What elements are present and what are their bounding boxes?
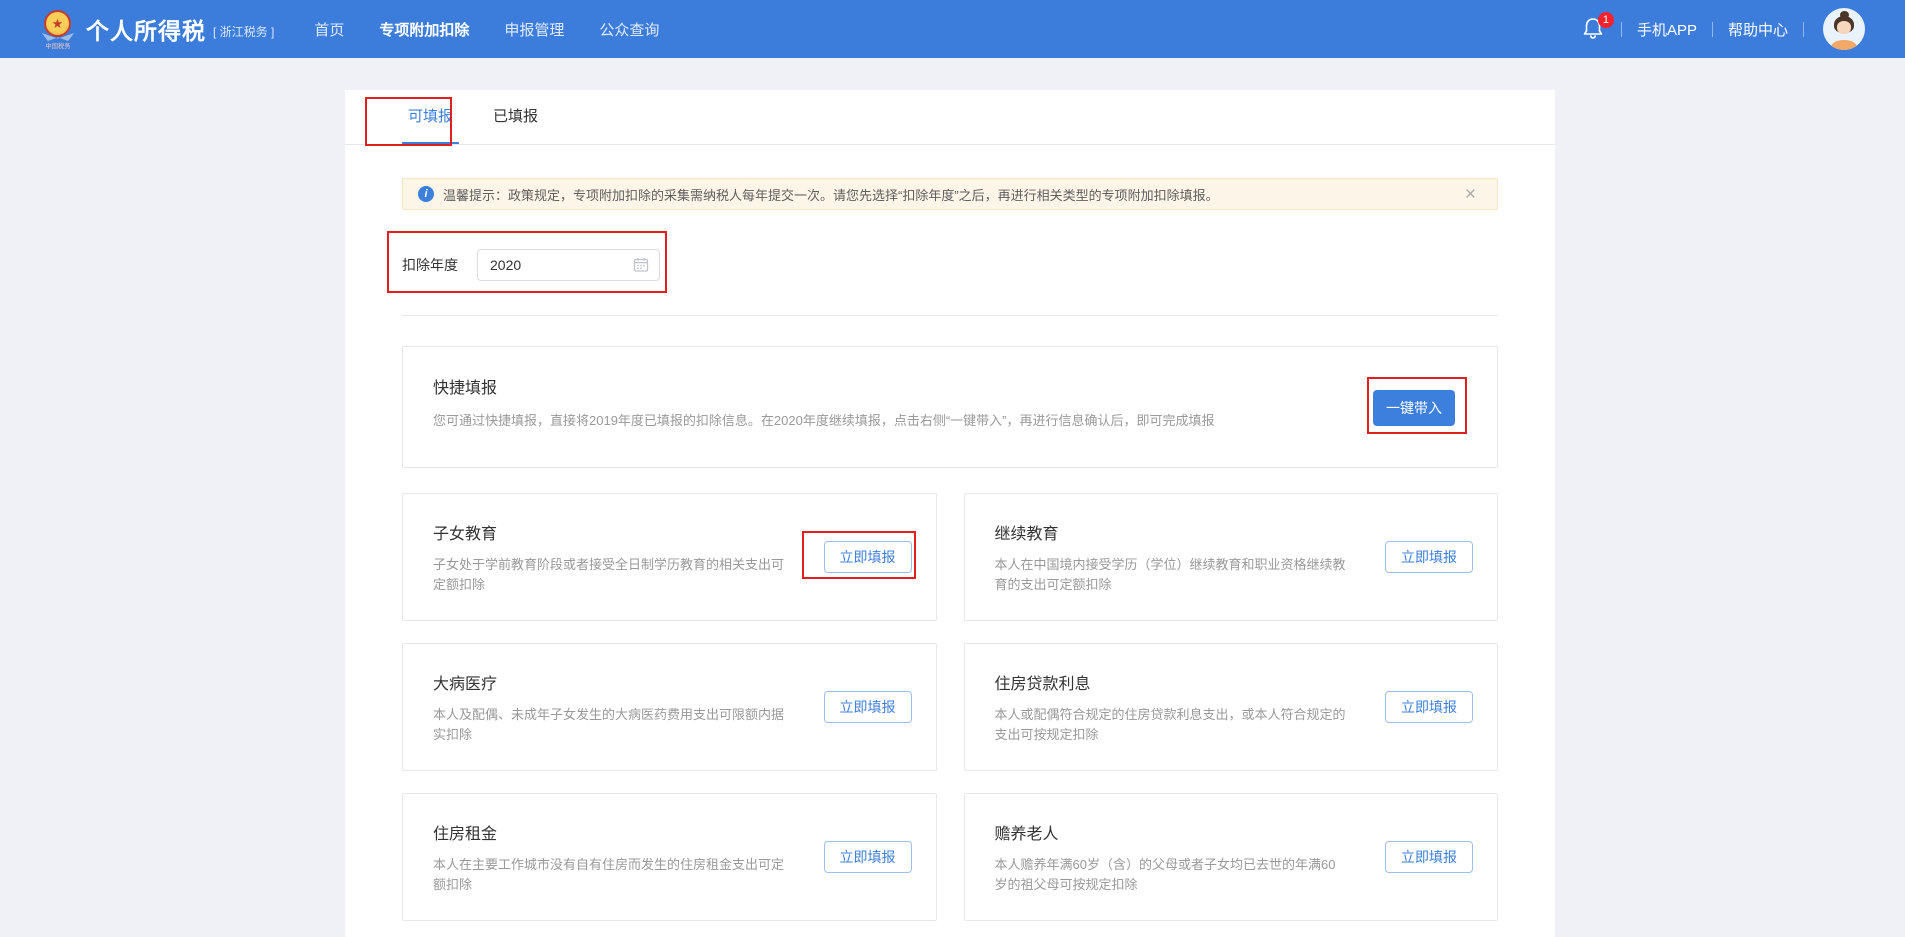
fill-now-button-children-education[interactable]: 立即填报 <box>824 541 912 573</box>
tab-fillable[interactable]: 可填报 <box>402 90 459 144</box>
divider <box>1621 22 1622 37</box>
card-title: 子女教育 <box>433 520 786 544</box>
card-title: 住房贷款利息 <box>995 670 1348 694</box>
help-center-link[interactable]: 帮助中心 <box>1728 19 1788 40</box>
deduction-year-input[interactable]: 2020 <box>477 249 660 281</box>
avatar-face <box>1837 21 1851 34</box>
content-panel: 可填报 已填报 i 温馨提示：政策规定，专项附加扣除的采集需纳税人每年提交一次。… <box>345 90 1555 937</box>
card-housing-rent: 住房租金 本人在主要工作城市没有自有住房而发生的住房租金支出可定额扣除 立即填报 <box>402 793 937 921</box>
notice-text: 温馨提示：政策规定，专项附加扣除的采集需纳税人每年提交一次。请您先选择“扣除年度… <box>443 185 1219 204</box>
mobile-app-link[interactable]: 手机APP <box>1637 19 1697 40</box>
one-click-import-button[interactable]: 一键带入 <box>1373 390 1455 426</box>
divider <box>1712 22 1713 37</box>
section-divider <box>402 315 1498 316</box>
fill-now-button-housing-loan[interactable]: 立即填报 <box>1385 691 1473 723</box>
quick-fill-card: 快捷填报 您可通过快捷填报，直接将2019年度已填报的扣除信息。在2020年度继… <box>402 346 1498 468</box>
tax-emblem-logo: ★ 中国税务 <box>40 7 76 51</box>
tab-bar: 可填报 已填报 <box>345 90 1555 145</box>
info-icon: i <box>418 186 434 202</box>
card-serious-illness: 大病医疗 本人及配偶、未成年子女发生的大病医药费用支出可限额内据实扣除 立即填报 <box>402 643 937 771</box>
card-title: 继续教育 <box>995 520 1348 544</box>
page: ★ 中国税务 个人所得税 [ 浙江税务 ] 首页 专项附加扣除 申报管理 公众查… <box>0 0 1905 937</box>
deduction-year-row: 扣除年度 2020 <box>402 249 1498 281</box>
avatar-body <box>1831 40 1857 50</box>
card-description: 子女处于学前教育阶段或者接受全日制学历教育的相关支出可定额扣除 <box>433 555 786 595</box>
tab-filled[interactable]: 已填报 <box>487 90 544 144</box>
notice-banner: i 温馨提示：政策规定，专项附加扣除的采集需纳税人每年提交一次。请您先选择“扣除… <box>402 178 1498 210</box>
nav-item-home[interactable]: 首页 <box>314 19 344 40</box>
card-description: 本人或配偶符合规定的住房贷款利息支出，或本人符合规定的支出可按规定扣除 <box>995 705 1348 745</box>
fill-now-button-elderly-support[interactable]: 立即填报 <box>1385 841 1473 873</box>
region-label: [ 浙江税务 ] <box>213 23 274 40</box>
card-housing-loan-interest: 住房贷款利息 本人或配偶符合规定的住房贷款利息支出，或本人符合规定的支出可按规定… <box>964 643 1499 771</box>
topbar-right: 1 手机APP 帮助中心 <box>1582 8 1865 50</box>
notification-badge: 1 <box>1598 12 1614 28</box>
user-avatar[interactable] <box>1823 8 1865 50</box>
deduction-cards-grid: 子女教育 子女处于学前教育阶段或者接受全日制学历教育的相关支出可定额扣除 立即填… <box>402 493 1498 921</box>
card-description: 本人及配偶、未成年子女发生的大病医药费用支出可限额内据实扣除 <box>433 705 786 745</box>
close-icon[interactable]: × <box>1465 185 1482 204</box>
nav-item-public-query[interactable]: 公众查询 <box>599 19 659 40</box>
card-description: 本人在主要工作城市没有自有住房而发生的住房租金支出可定额扣除 <box>433 855 786 895</box>
calendar-icon[interactable] <box>633 257 649 273</box>
card-title: 大病医疗 <box>433 670 786 694</box>
card-continuing-education: 继续教育 本人在中国境内接受学历（学位）继续教育和职业资格继续教育的支出可定额扣… <box>964 493 1499 621</box>
deduction-year-value: 2020 <box>490 257 521 273</box>
card-title: 住房租金 <box>433 820 786 844</box>
nav-item-special-deduction[interactable]: 专项附加扣除 <box>379 19 469 40</box>
quick-fill-title: 快捷填报 <box>433 374 1467 398</box>
nav-item-declaration[interactable]: 申报管理 <box>504 19 564 40</box>
fill-now-button-housing-rent[interactable]: 立即填报 <box>824 841 912 873</box>
star-icon: ★ <box>52 17 64 30</box>
card-elderly-support: 赡养老人 本人赡养年满60岁（含）的父母或者子女均已去世的年满60岁的祖父母可按… <box>964 793 1499 921</box>
fill-now-button-serious-illness[interactable]: 立即填报 <box>824 691 912 723</box>
card-description: 本人赡养年满60岁（含）的父母或者子女均已去世的年满60岁的祖父母可按规定扣除 <box>995 855 1348 895</box>
quick-fill-description: 您可通过快捷填报，直接将2019年度已填报的扣除信息。在2020年度继续填报，点… <box>433 411 1467 431</box>
card-children-education: 子女教育 子女处于学前教育阶段或者接受全日制学历教育的相关支出可定额扣除 立即填… <box>402 493 937 621</box>
deduction-year-label: 扣除年度 <box>402 255 458 275</box>
top-navigation-bar: ★ 中国税务 个人所得税 [ 浙江税务 ] 首页 专项附加扣除 申报管理 公众查… <box>0 0 1905 58</box>
brand: ★ 中国税务 个人所得税 [ 浙江税务 ] <box>40 7 274 51</box>
emblem-caption: 中国税务 <box>38 42 78 51</box>
card-description: 本人在中国境内接受学历（学位）继续教育和职业资格继续教育的支出可定额扣除 <box>995 555 1348 595</box>
emblem-circle: ★ <box>44 10 71 37</box>
fill-now-button-continuing-education[interactable]: 立即填报 <box>1385 541 1473 573</box>
card-title: 赡养老人 <box>995 820 1348 844</box>
divider <box>1803 22 1804 37</box>
notification-bell-icon[interactable]: 1 <box>1582 16 1606 42</box>
app-title: 个人所得税 <box>86 12 206 46</box>
main-nav: 首页 专项附加扣除 申报管理 公众查询 <box>314 19 659 40</box>
